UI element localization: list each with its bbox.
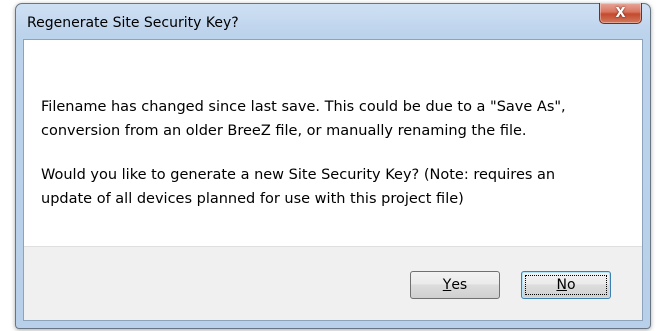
close-icon: X bbox=[615, 5, 626, 21]
message-text-1: Filename has changed since last save. Th… bbox=[41, 99, 566, 139]
dialog-body: Filename has changed since last save. Th… bbox=[23, 39, 643, 321]
title-bar[interactable]: Regenerate Site Security Key? X bbox=[16, 3, 650, 38]
dialog-title: Regenerate Site Security Key? bbox=[27, 15, 239, 31]
yes-button-label: es bbox=[451, 277, 468, 293]
no-button-accelerator: N bbox=[556, 277, 567, 293]
yes-button[interactable]: Yes bbox=[410, 271, 500, 299]
no-button-label: o bbox=[566, 277, 576, 293]
message-text-2: Would you like to generate a new Site Se… bbox=[41, 167, 556, 207]
message-panel: Filename has changed since last save. Th… bbox=[24, 40, 642, 246]
no-button[interactable]: No bbox=[521, 271, 611, 299]
dialog-window: Regenerate Site Security Key? X Filename… bbox=[15, 3, 651, 329]
yes-button-accelerator: Y bbox=[442, 277, 452, 293]
button-panel: Yes No bbox=[24, 246, 642, 320]
close-button[interactable]: X bbox=[599, 3, 642, 24]
